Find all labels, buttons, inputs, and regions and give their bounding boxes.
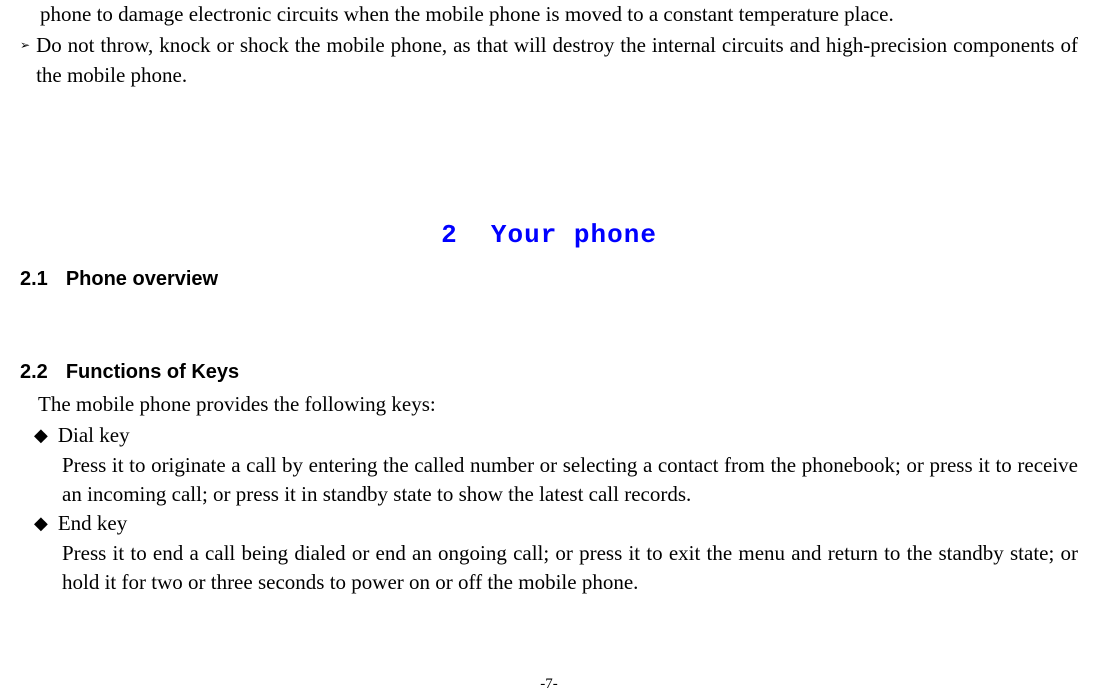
chapter-number: 2 <box>441 220 458 250</box>
section-intro: The mobile phone provides the following … <box>38 392 1078 417</box>
page-content: phone to damage electronic circuits when… <box>0 0 1098 598</box>
key-description: Press it to originate a call by entering… <box>62 451 1078 510</box>
triangle-bullet-icon: ➢ <box>20 38 30 53</box>
section-title: Phone overview <box>66 268 218 290</box>
key-item-dial: ◆ Dial key Press it to originate a call … <box>34 421 1078 509</box>
key-name: End key <box>58 509 127 538</box>
chapter-title: 2 Your phone <box>20 220 1078 250</box>
chapter-name: Your phone <box>491 220 657 250</box>
section-number: 2.2 <box>20 361 48 384</box>
precaution-item: ➢ Do not throw, knock or shock the mobil… <box>20 31 1078 90</box>
key-description: Press it to end a call being dialed or e… <box>62 539 1078 598</box>
key-item-end: ◆ End key Press it to end a call being d… <box>34 509 1078 597</box>
diamond-bullet-icon: ◆ <box>34 513 48 534</box>
section-title: Functions of Keys <box>66 361 239 383</box>
key-name: Dial key <box>58 421 130 450</box>
diamond-bullet-icon: ◆ <box>34 425 48 446</box>
section-number: 2.1 <box>20 268 48 291</box>
section-2-2-heading: 2.2 Functions of Keys <box>20 361 1078 384</box>
page-number: -7- <box>0 676 1098 693</box>
section-2-1-heading: 2.1 Phone overview <box>20 268 1078 291</box>
continuation-paragraph: phone to damage electronic circuits when… <box>40 0 1078 29</box>
precaution-text: Do not throw, knock or shock the mobile … <box>36 31 1078 90</box>
keys-list: ◆ Dial key Press it to originate a call … <box>20 421 1078 597</box>
